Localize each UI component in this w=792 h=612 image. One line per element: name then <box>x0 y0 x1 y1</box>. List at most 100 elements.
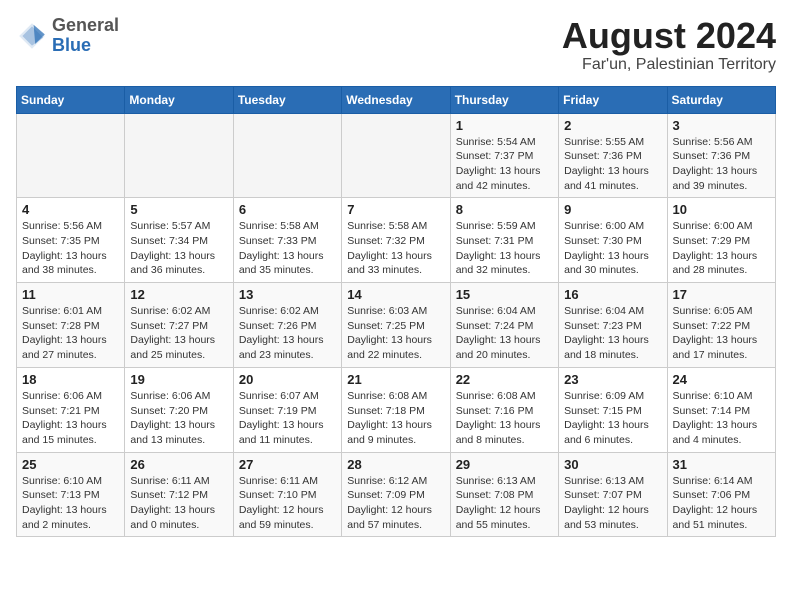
month-year-title: August 2024 <box>562 16 776 56</box>
calendar-cell <box>17 113 125 198</box>
col-header-tuesday: Tuesday <box>233 86 341 113</box>
calendar-week-row: 18Sunrise: 6:06 AM Sunset: 7:21 PM Dayli… <box>17 367 776 452</box>
day-number: 24 <box>673 372 770 387</box>
day-info: Sunrise: 6:01 AM Sunset: 7:28 PM Dayligh… <box>22 304 119 363</box>
day-info: Sunrise: 6:07 AM Sunset: 7:19 PM Dayligh… <box>239 389 336 448</box>
calendar-cell: 25Sunrise: 6:10 AM Sunset: 7:13 PM Dayli… <box>17 452 125 537</box>
calendar-cell: 20 Sunrise: 6:07 AM Sunset: 7:19 PM Dayli… <box>233 367 341 452</box>
day-number: 3 <box>673 118 770 133</box>
day-info: Sunrise: 5:56 AM Sunset: 7:36 PM Dayligh… <box>673 135 770 194</box>
calendar-cell: 5 Sunrise: 5:57 AM Sunset: 7:34 PM Daylig… <box>125 198 233 283</box>
calendar-table: SundayMondayTuesdayWednesdayThursdayFrid… <box>16 86 776 538</box>
col-header-saturday: Saturday <box>667 86 775 113</box>
calendar-week-row: 1Sunrise: 5:54 AM Sunset: 7:37 PM Daylig… <box>17 113 776 198</box>
day-info: Sunrise: 6:05 AM Sunset: 7:22 PM Dayligh… <box>673 304 770 363</box>
calendar-cell: 21 Sunrise: 6:08 AM Sunset: 7:18 PM Dayli… <box>342 367 450 452</box>
day-info: Sunrise: 5:57 AM Sunset: 7:34 PM Dayligh… <box>130 219 227 278</box>
day-number: 19 <box>130 372 227 387</box>
calendar-cell <box>125 113 233 198</box>
day-number: 23 <box>564 372 661 387</box>
day-number: 17 <box>673 287 770 302</box>
calendar-cell: 23 Sunrise: 6:09 AM Sunset: 7:15 PM Dayli… <box>559 367 667 452</box>
col-header-sunday: Sunday <box>17 86 125 113</box>
calendar-cell: 18Sunrise: 6:06 AM Sunset: 7:21 PM Dayli… <box>17 367 125 452</box>
day-number: 31 <box>673 457 770 472</box>
calendar-cell: 4 Sunrise: 5:56 AM Sunset: 7:35 PM Daylig… <box>17 198 125 283</box>
day-number: 11 <box>22 287 119 302</box>
logo-general-text: General <box>52 16 119 36</box>
logo: General Blue <box>16 16 119 56</box>
calendar-cell: 24 Sunrise: 6:10 AM Sunset: 7:14 PM Dayli… <box>667 367 775 452</box>
day-info: Sunrise: 5:59 AM Sunset: 7:31 PM Dayligh… <box>456 219 553 278</box>
calendar-cell: 31Sunrise: 6:14 AM Sunset: 7:06 PM Dayli… <box>667 452 775 537</box>
calendar-cell <box>342 113 450 198</box>
day-number: 5 <box>130 202 227 217</box>
day-number: 1 <box>456 118 553 133</box>
day-info: Sunrise: 6:08 AM Sunset: 7:18 PM Dayligh… <box>347 389 444 448</box>
day-info: Sunrise: 5:58 AM Sunset: 7:33 PM Dayligh… <box>239 219 336 278</box>
calendar-cell: 2 Sunrise: 5:55 AM Sunset: 7:36 PM Daylig… <box>559 113 667 198</box>
day-number: 6 <box>239 202 336 217</box>
day-info: Sunrise: 6:04 AM Sunset: 7:23 PM Dayligh… <box>564 304 661 363</box>
calendar-cell: 22 Sunrise: 6:08 AM Sunset: 7:16 PM Dayli… <box>450 367 558 452</box>
calendar-header-row: SundayMondayTuesdayWednesdayThursdayFrid… <box>17 86 776 113</box>
col-header-friday: Friday <box>559 86 667 113</box>
day-number: 13 <box>239 287 336 302</box>
day-info: Sunrise: 6:12 AM Sunset: 7:09 PM Dayligh… <box>347 474 444 533</box>
day-info: Sunrise: 6:09 AM Sunset: 7:15 PM Dayligh… <box>564 389 661 448</box>
calendar-cell: 10 Sunrise: 6:00 AM Sunset: 7:29 PM Dayli… <box>667 198 775 283</box>
day-info: Sunrise: 6:11 AM Sunset: 7:10 PM Dayligh… <box>239 474 336 533</box>
calendar-cell: 15Sunrise: 6:04 AM Sunset: 7:24 PM Dayli… <box>450 283 558 368</box>
day-number: 21 <box>347 372 444 387</box>
day-number: 4 <box>22 202 119 217</box>
day-number: 10 <box>673 202 770 217</box>
day-number: 25 <box>22 457 119 472</box>
day-info: Sunrise: 6:11 AM Sunset: 7:12 PM Dayligh… <box>130 474 227 533</box>
day-info: Sunrise: 6:00 AM Sunset: 7:30 PM Dayligh… <box>564 219 661 278</box>
calendar-cell: 1Sunrise: 5:54 AM Sunset: 7:37 PM Daylig… <box>450 113 558 198</box>
calendar-cell: 16 Sunrise: 6:04 AM Sunset: 7:23 PM Dayli… <box>559 283 667 368</box>
day-number: 26 <box>130 457 227 472</box>
calendar-cell: 3 Sunrise: 5:56 AM Sunset: 7:36 PM Daylig… <box>667 113 775 198</box>
page-header: General Blue August 2024 Far'un, Palesti… <box>16 16 776 74</box>
day-info: Sunrise: 5:56 AM Sunset: 7:35 PM Dayligh… <box>22 219 119 278</box>
day-info: Sunrise: 6:10 AM Sunset: 7:14 PM Dayligh… <box>673 389 770 448</box>
day-number: 28 <box>347 457 444 472</box>
calendar-cell: 13Sunrise: 6:02 AM Sunset: 7:26 PM Dayli… <box>233 283 341 368</box>
day-number: 12 <box>130 287 227 302</box>
day-info: Sunrise: 6:13 AM Sunset: 7:07 PM Dayligh… <box>564 474 661 533</box>
calendar-cell: 27 Sunrise: 6:11 AM Sunset: 7:10 PM Dayli… <box>233 452 341 537</box>
day-info: Sunrise: 6:00 AM Sunset: 7:29 PM Dayligh… <box>673 219 770 278</box>
day-number: 2 <box>564 118 661 133</box>
day-number: 20 <box>239 372 336 387</box>
calendar-cell: 8 Sunrise: 5:59 AM Sunset: 7:31 PM Daylig… <box>450 198 558 283</box>
location-subtitle: Far'un, Palestinian Territory <box>562 56 776 74</box>
calendar-cell: 14Sunrise: 6:03 AM Sunset: 7:25 PM Dayli… <box>342 283 450 368</box>
calendar-cell: 11 Sunrise: 6:01 AM Sunset: 7:28 PM Dayli… <box>17 283 125 368</box>
calendar-week-row: 11 Sunrise: 6:01 AM Sunset: 7:28 PM Dayli… <box>17 283 776 368</box>
day-number: 8 <box>456 202 553 217</box>
col-header-thursday: Thursday <box>450 86 558 113</box>
day-number: 16 <box>564 287 661 302</box>
day-number: 14 <box>347 287 444 302</box>
day-number: 30 <box>564 457 661 472</box>
day-info: Sunrise: 6:02 AM Sunset: 7:27 PM Dayligh… <box>130 304 227 363</box>
day-number: 22 <box>456 372 553 387</box>
day-number: 29 <box>456 457 553 472</box>
calendar-cell: 19Sunrise: 6:06 AM Sunset: 7:20 PM Dayli… <box>125 367 233 452</box>
day-info: Sunrise: 5:55 AM Sunset: 7:36 PM Dayligh… <box>564 135 661 194</box>
col-header-wednesday: Wednesday <box>342 86 450 113</box>
calendar-cell: 26 Sunrise: 6:11 AM Sunset: 7:12 PM Dayli… <box>125 452 233 537</box>
day-number: 7 <box>347 202 444 217</box>
day-info: Sunrise: 6:13 AM Sunset: 7:08 PM Dayligh… <box>456 474 553 533</box>
calendar-cell: 29 Sunrise: 6:13 AM Sunset: 7:08 PM Dayli… <box>450 452 558 537</box>
day-info: Sunrise: 6:08 AM Sunset: 7:16 PM Dayligh… <box>456 389 553 448</box>
calendar-cell <box>233 113 341 198</box>
calendar-cell: 9Sunrise: 6:00 AM Sunset: 7:30 PM Daylig… <box>559 198 667 283</box>
calendar-cell: 6 Sunrise: 5:58 AM Sunset: 7:33 PM Daylig… <box>233 198 341 283</box>
day-info: Sunrise: 5:58 AM Sunset: 7:32 PM Dayligh… <box>347 219 444 278</box>
day-number: 27 <box>239 457 336 472</box>
calendar-cell: 17 Sunrise: 6:05 AM Sunset: 7:22 PM Dayli… <box>667 283 775 368</box>
calendar-cell: 7 Sunrise: 5:58 AM Sunset: 7:32 PM Daylig… <box>342 198 450 283</box>
col-header-monday: Monday <box>125 86 233 113</box>
